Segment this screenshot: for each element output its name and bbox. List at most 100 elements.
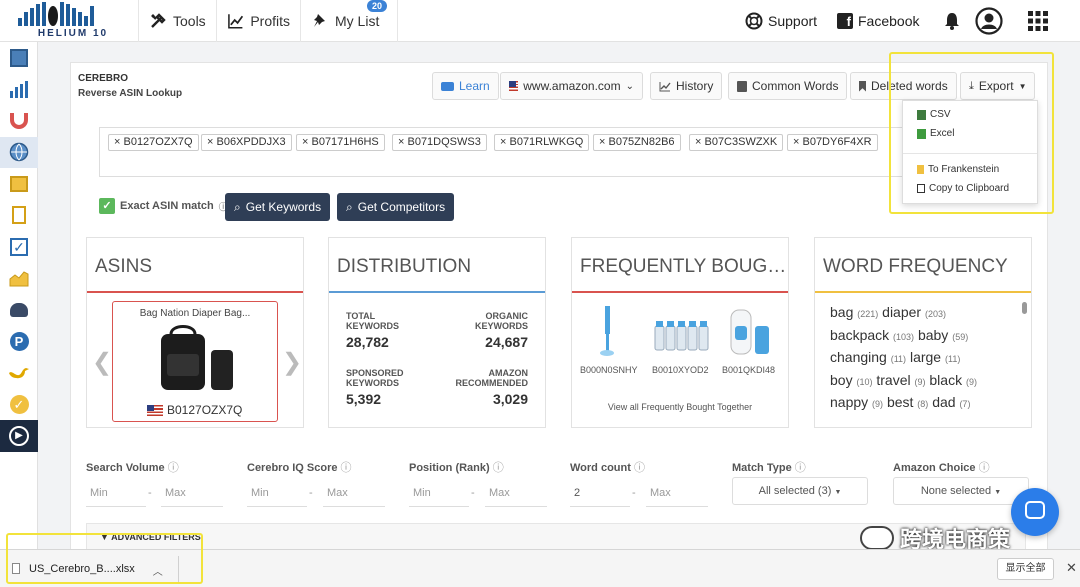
sidebar-misspellinator[interactable] xyxy=(0,168,38,200)
lifebuoy-icon xyxy=(745,12,763,30)
cerebro-iq-min-input[interactable]: Min xyxy=(247,477,307,507)
get-competitors-button[interactable]: ⌕ Get Competitors xyxy=(337,193,455,221)
asin-chip[interactable]: × B075ZN82B6 xyxy=(593,134,681,151)
asin-product-tile[interactable]: Bag Nation Diaper Bag... B0127OZX7Q xyxy=(112,301,278,422)
fbt-asin-2[interactable]: B0010XYOD2 xyxy=(652,365,709,375)
word-count: (221) xyxy=(857,309,879,319)
match-type-select[interactable]: All selected (3) ▼ xyxy=(732,477,868,505)
asin-chip-label: B071RLWKGQ xyxy=(509,136,584,148)
asin-chip[interactable]: × B07DY6F4XR xyxy=(787,134,878,151)
sidebar-profits[interactable]: P xyxy=(0,326,38,358)
amazon-choice-select[interactable]: None selected ▼ xyxy=(893,477,1029,505)
word-frequency-list: bag (221) diaper (203) backpack (103) ba… xyxy=(830,302,977,415)
sidebar-alerts[interactable]: ✓ xyxy=(0,389,38,421)
nav-support[interactable]: Support xyxy=(745,0,817,42)
get-keywords-button[interactable]: ⌕ Get Keywords xyxy=(225,193,331,221)
cerebro-iq-filter-label: Cerebro IQ Score ⓘ xyxy=(247,462,352,474)
sidebar-inventory-protector[interactable] xyxy=(0,294,38,326)
sidebar-xray[interactable] xyxy=(0,74,38,106)
show-all-downloads-button[interactable]: 显示全部 xyxy=(997,558,1054,580)
marketplace-select[interactable]: www.amazon.com ⌄ xyxy=(500,72,643,100)
box-icon xyxy=(10,175,28,192)
facebook-icon: f xyxy=(837,13,853,29)
exact-asin-match-checkbox[interactable]: ✓ Exact ASIN match ⓘ xyxy=(99,198,228,214)
asin-chip-label: B0127OZX7Q xyxy=(123,136,193,148)
caret-down-icon: ▼ xyxy=(994,489,1002,496)
sidebar-cerebro[interactable] xyxy=(0,136,38,168)
word-count: (11) xyxy=(944,354,961,364)
notifications-bell-icon[interactable] xyxy=(944,0,960,42)
asin-input-box[interactable]: × B0127OZX7Q × B06XPDDJX3 × B07171H6HS ×… xyxy=(99,127,984,177)
view-all-fbt-link[interactable]: View all Frequently Bought Together xyxy=(572,402,788,412)
bar-chart-icon xyxy=(10,81,28,99)
close-icon[interactable]: ✕ xyxy=(1066,560,1077,576)
get-keywords-label: Get Keywords xyxy=(245,200,322,214)
search-icon: ⌕ xyxy=(346,199,353,214)
word-count: (9) xyxy=(872,399,884,409)
chat-bubble-button[interactable] xyxy=(1011,488,1059,536)
asin-chip[interactable]: × B06XPDDJX3 xyxy=(201,134,292,151)
word-count-max-input[interactable]: Max xyxy=(646,477,708,507)
learn-button[interactable]: Learn xyxy=(432,72,499,100)
help-icon: ⓘ xyxy=(167,462,179,474)
match-type-value: All selected (3) xyxy=(758,485,832,497)
cerebro-iq-max-input[interactable]: Max xyxy=(323,477,385,507)
history-button[interactable]: History xyxy=(650,72,723,100)
amazon-recommended-label-2: RECOMMENDED xyxy=(455,378,528,388)
word-count: (9) xyxy=(965,376,977,387)
range-dash: - xyxy=(632,487,636,499)
sidebar-frankenstein[interactable] xyxy=(0,200,38,232)
page-title: CEREBRO xyxy=(78,73,129,84)
asin-chip[interactable]: × B07C3SWZXK xyxy=(689,134,784,151)
word: baby xyxy=(917,326,949,343)
play-icon: ▶ xyxy=(9,425,29,446)
word-frequency-scrollbar[interactable] xyxy=(1022,302,1027,314)
amazon-recommended-stat: AMAZON RECOMMENDED 3,029 xyxy=(455,368,528,407)
sidebar-magnet[interactable] xyxy=(0,105,38,137)
chevron-left-icon[interactable]: ❮ xyxy=(92,348,112,377)
line-chart-icon xyxy=(659,81,671,91)
fbt-asin-1[interactable]: B000N0SNHY xyxy=(580,365,638,375)
nav-profits[interactable]: Profits xyxy=(216,0,300,42)
nav-my-list[interactable]: My List 20 xyxy=(300,0,398,42)
range-dash: - xyxy=(309,487,313,499)
top-navbar: HELIUM 10 Tools Profits My List 20 Suppo… xyxy=(0,0,1080,42)
help-icon: ⓘ xyxy=(633,462,645,474)
amazon-recommended-value: 3,029 xyxy=(492,391,528,407)
sidebar-tutorials[interactable]: ▶ xyxy=(0,420,38,452)
nav-facebook[interactable]: f Facebook xyxy=(837,0,919,42)
helium10-logo[interactable]: HELIUM 10 xyxy=(18,2,128,40)
amazon-choice-value: None selected xyxy=(920,485,992,497)
word: bag xyxy=(830,304,854,320)
search-volume-min-input[interactable]: Min xyxy=(86,477,146,507)
chevron-right-icon[interactable]: ❯ xyxy=(282,348,302,377)
sidebar-index-checker[interactable] xyxy=(0,263,38,295)
position-min-input[interactable]: Min xyxy=(409,477,469,507)
asin-chip[interactable]: × B07171H6HS xyxy=(296,134,385,151)
line-chart-icon xyxy=(228,14,244,29)
fbt-asin-3[interactable]: B001QKDI48 xyxy=(722,365,775,375)
sidebar-black-box[interactable] xyxy=(0,42,38,74)
distribution-card-title: DISTRIBUTION xyxy=(329,238,545,293)
sidebar-scribbles[interactable]: ✓ xyxy=(0,231,38,263)
nav-tools[interactable]: Tools xyxy=(138,0,216,42)
position-max-input[interactable]: Max xyxy=(485,477,547,507)
asin-chip[interactable]: × B0127OZX7Q xyxy=(108,134,199,151)
asin-chip[interactable]: × B071RLWKGQ xyxy=(494,134,590,151)
search-volume-max-input[interactable]: Max xyxy=(161,477,223,507)
exact-asin-match-label: Exact ASIN match xyxy=(120,200,214,212)
word-count-min-input[interactable]: 2 xyxy=(570,477,630,507)
apps-grid-icon[interactable] xyxy=(1028,0,1048,42)
word-count-filter-label: Word count ⓘ xyxy=(570,462,645,474)
clipboard-icon xyxy=(12,206,26,225)
asin-chip-label: B075ZN82B6 xyxy=(608,136,675,148)
sidebar-genie[interactable] xyxy=(0,357,38,389)
user-avatar-icon[interactable] xyxy=(975,0,1003,42)
spy-icon xyxy=(10,302,28,317)
asin-chip[interactable]: × B071DQSWS3 xyxy=(392,134,487,151)
range-dash: - xyxy=(148,487,152,499)
us-flag-icon xyxy=(509,81,519,91)
nav-my-list-label: My List xyxy=(335,13,380,29)
common-words-button[interactable]: Common Words xyxy=(728,72,848,100)
search-icon: ⌕ xyxy=(234,199,241,214)
